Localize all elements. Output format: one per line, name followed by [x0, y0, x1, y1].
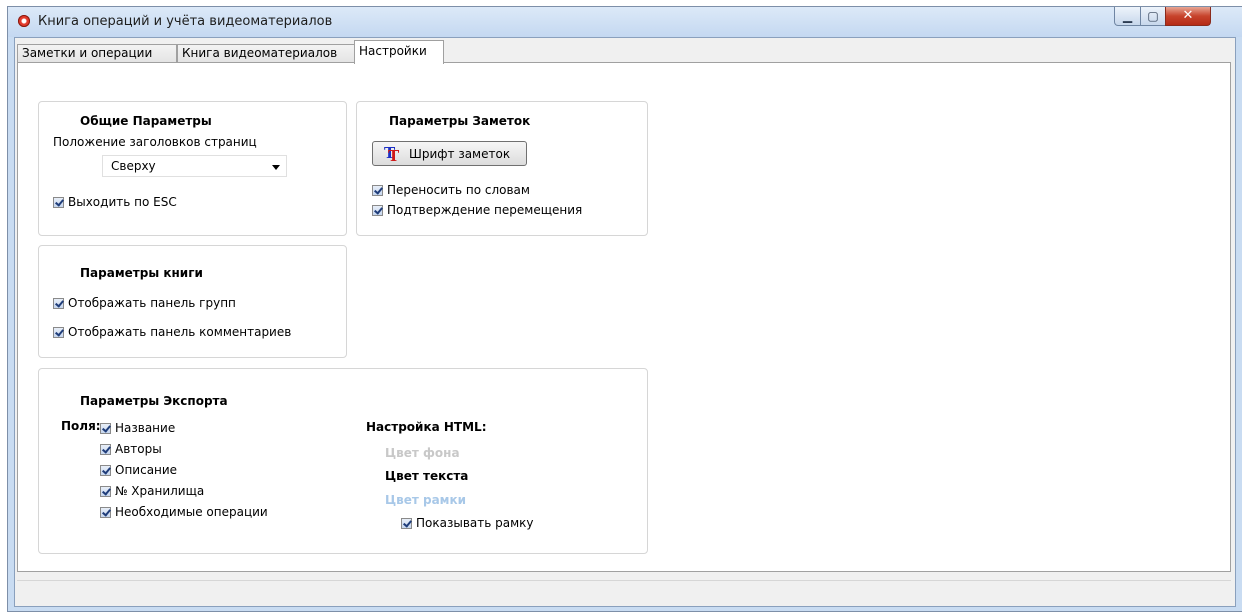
general-params-group: Общие Параметры Положение заголовков стр…: [38, 101, 347, 236]
tab-settings[interactable]: Настройки: [354, 40, 444, 64]
checkbox-checked-icon[interactable]: [372, 204, 383, 216]
exit-esc-checkbox[interactable]: Выходить по ESC: [53, 195, 177, 209]
fields-label: Поля:: [61, 419, 101, 433]
checkbox-checked-icon[interactable]: [401, 517, 412, 529]
checkbox-checked-icon[interactable]: [100, 443, 111, 455]
maximize-button[interactable]: ▢: [1140, 7, 1166, 26]
show-groups-label: Отображать панель групп: [68, 296, 236, 310]
field-description-checkbox[interactable]: Описание: [100, 463, 177, 477]
settings-page: Общие Параметры Положение заголовков стр…: [17, 62, 1231, 572]
app-window: Книга операций и учёта видеоматериалов ▁…: [7, 6, 1242, 612]
tab-position-select[interactable]: Сверху: [102, 155, 287, 177]
field-authors-checkbox[interactable]: Авторы: [100, 442, 162, 456]
checkbox-checked-icon[interactable]: [100, 485, 111, 497]
notes-params-group: Параметры Заметок TT Шрифт заметок Перен…: [356, 101, 648, 236]
book-params-group: Параметры книги Отображать панель групп …: [38, 245, 347, 358]
show-border-label: Показывать рамку: [416, 516, 534, 530]
title-bar[interactable]: Книга операций и учёта видеоматериалов ▁…: [8, 7, 1242, 37]
general-params-title: Общие Параметры: [80, 114, 212, 128]
word-wrap-checkbox[interactable]: Переносить по словам: [372, 183, 530, 197]
confirm-move-label: Подтверждение перемещения: [387, 203, 583, 217]
book-params-title: Параметры книги: [80, 266, 203, 280]
checkbox-checked-icon[interactable]: [53, 297, 64, 309]
notes-params-title: Параметры Заметок: [389, 114, 531, 128]
show-comments-label: Отображать панель комментариев: [68, 325, 292, 339]
border-color-button[interactable]: Цвет рамки: [385, 493, 466, 507]
close-icon: ✕: [1182, 8, 1194, 23]
show-comments-checkbox[interactable]: Отображать панель комментариев: [53, 325, 291, 339]
tab-position-value: Сверху: [111, 159, 156, 173]
field-authors-label: Авторы: [115, 442, 162, 456]
field-storage-number-label: № Хранилища: [115, 484, 205, 498]
notes-font-label: Шрифт заметок: [409, 147, 511, 161]
field-description-label: Описание: [115, 463, 178, 477]
checkbox-checked-icon[interactable]: [53, 326, 64, 338]
show-groups-checkbox[interactable]: Отображать панель групп: [53, 296, 236, 310]
app-icon[interactable]: [18, 15, 30, 27]
field-name-checkbox[interactable]: Название: [100, 421, 175, 435]
chevron-down-icon[interactable]: [272, 165, 280, 170]
word-wrap-label: Переносить по словам: [387, 183, 530, 197]
export-params-title: Параметры Экспорта: [80, 394, 228, 408]
confirm-move-checkbox[interactable]: Подтверждение перемещения: [372, 203, 582, 217]
field-storage-number-checkbox[interactable]: № Хранилища: [100, 484, 204, 498]
text-color-button[interactable]: Цвет текста: [385, 469, 468, 483]
field-name-label: Название: [115, 421, 176, 435]
tab-video-book[interactable]: Книга видеоматериалов: [177, 44, 355, 63]
tab-position-label: Положение заголовков страниц: [53, 135, 257, 149]
minimize-button[interactable]: ▁: [1114, 7, 1141, 26]
window-title: Книга операций и учёта видеоматериалов: [38, 14, 333, 29]
tab-notes-operations[interactable]: Заметки и операции: [17, 44, 177, 63]
checkbox-checked-icon[interactable]: [53, 196, 64, 208]
client-area: Заметки и операции Книга видеоматериалов…: [14, 37, 1236, 607]
show-border-checkbox[interactable]: Показывать рамку: [401, 516, 534, 530]
checkbox-checked-icon[interactable]: [100, 464, 111, 476]
maximize-icon: ▢: [1147, 9, 1159, 23]
checkbox-checked-icon[interactable]: [372, 184, 383, 196]
export-params-group: Параметры Экспорта Поля: Название Авторы…: [38, 368, 648, 554]
close-button[interactable]: ✕: [1165, 7, 1211, 26]
minimize-icon: ▁: [1122, 9, 1133, 23]
background-color-button[interactable]: Цвет фона: [385, 446, 460, 460]
notes-font-button[interactable]: TT Шрифт заметок: [372, 141, 527, 166]
status-bar: [17, 580, 1231, 603]
field-operations-checkbox[interactable]: Необходимые операции: [100, 505, 268, 519]
field-operations-label: Необходимые операции: [115, 505, 268, 519]
exit-esc-label: Выходить по ESC: [68, 195, 177, 209]
checkbox-checked-icon[interactable]: [100, 506, 111, 518]
checkbox-checked-icon[interactable]: [100, 422, 111, 434]
html-settings-title: Настройка HTML:: [366, 420, 487, 434]
